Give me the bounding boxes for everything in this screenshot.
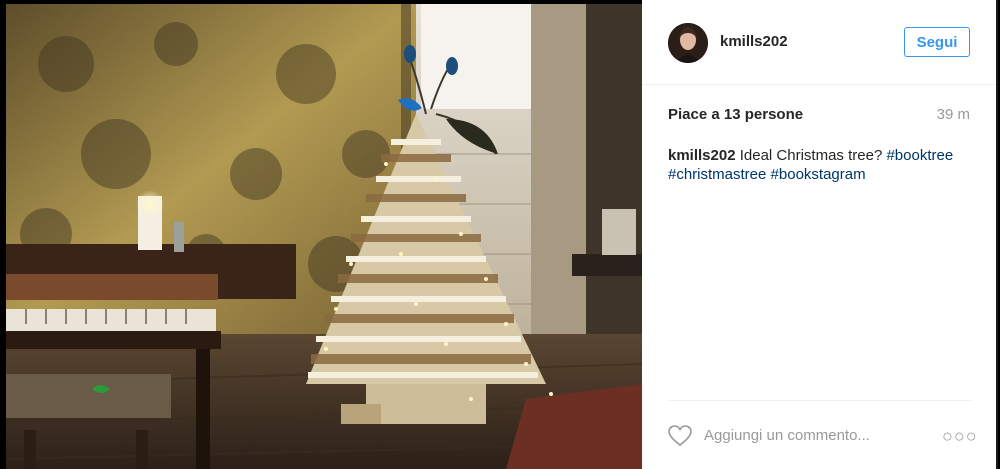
comment-bar: ○○○ — [668, 400, 977, 469]
hashtag-booktree[interactable]: #booktree — [886, 147, 953, 164]
post-timestamp[interactable]: 39 m — [937, 106, 970, 123]
post-photo[interactable] — [6, 4, 642, 469]
more-options-icon[interactable]: ○○○ — [942, 426, 978, 447]
username-link[interactable]: kmills202 — [720, 33, 788, 50]
post-header: kmills202 Segui — [642, 0, 998, 85]
panel-edge — [996, 0, 998, 469]
hashtag-bookstagram[interactable]: #bookstagram — [771, 166, 866, 183]
post-modal: kmills202 Segui Piace a 13 persone 39 m … — [0, 0, 1000, 469]
christmas-book-tree-photo — [6, 4, 642, 469]
comment-input[interactable] — [704, 423, 914, 447]
post-caption: kmills202 Ideal Christmas tree? #booktre… — [668, 146, 978, 184]
follow-button[interactable]: Segui — [904, 27, 970, 57]
avatar-image — [668, 23, 708, 63]
avatar[interactable] — [668, 23, 708, 63]
caption-text: Ideal Christmas tree? — [735, 147, 887, 164]
hashtag-christmastree[interactable]: #christmastree — [668, 166, 766, 183]
post-details-panel: kmills202 Segui Piace a 13 persone 39 m … — [642, 0, 998, 469]
caption-username[interactable]: kmills202 — [668, 147, 736, 164]
heart-icon[interactable] — [668, 425, 692, 447]
likes-count[interactable]: Piace a 13 persone — [668, 106, 803, 123]
